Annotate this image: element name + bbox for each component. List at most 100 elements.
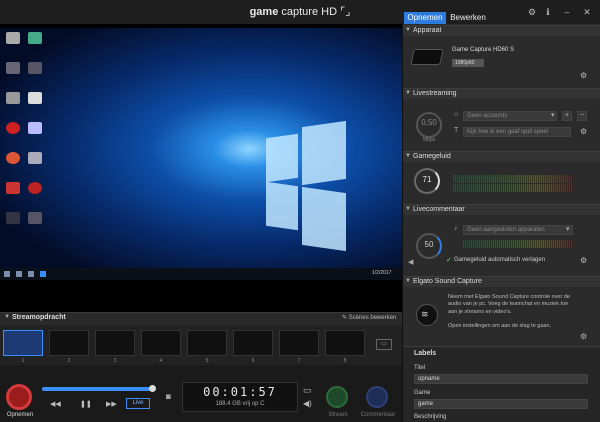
sound-capture-description: Neem met Elgato Sound Capture controle o… xyxy=(448,294,570,315)
forward-icon[interactable]: ▶▶ xyxy=(106,400,117,408)
commentary-button[interactable] xyxy=(366,386,388,408)
scene-thumbnail[interactable] xyxy=(187,330,227,356)
gamesound-level-meter xyxy=(453,184,573,192)
accounts-select[interactable]: Geen accounts xyxy=(463,111,557,121)
commentary-volume-value: 50 xyxy=(424,240,434,249)
capture-device-image xyxy=(410,49,444,65)
disk-space: 188.4 GB vrij op C xyxy=(215,401,265,407)
bitrate-unit: Mbps xyxy=(422,137,436,143)
add-account-button[interactable]: + xyxy=(562,111,572,121)
stream-button[interactable] xyxy=(326,386,348,408)
chevron-down-icon[interactable]: ▾ xyxy=(566,225,570,233)
scene-number: 4 xyxy=(159,358,163,364)
minimize-button[interactable]: – xyxy=(560,5,574,19)
info-icon[interactable]: ℹ xyxy=(541,5,555,19)
app-title: game capture HD ⌜⌟ xyxy=(210,5,390,18)
livestream-section-title: Livestreaming xyxy=(413,90,457,97)
captured-desktop-image xyxy=(0,28,402,280)
collapse-arrow-icon[interactable]: ▼ xyxy=(4,314,10,320)
settings-gear-icon[interactable]: ⚙ xyxy=(525,5,539,19)
title-field-label: Titel xyxy=(414,365,426,371)
tab-record[interactable]: Opnemen xyxy=(404,12,446,24)
gamesound-volume-value: 71 xyxy=(422,175,432,184)
stream-title-input[interactable]: Kijk hoe ik een gaaf spel speel xyxy=(463,127,571,137)
scene-layout-icon[interactable]: ▭ xyxy=(376,339,392,350)
timeline-progress xyxy=(42,387,152,391)
taskbar-app-icon xyxy=(28,271,34,277)
sound-capture-hint: Open instellingen om aan de slag te gaan… xyxy=(448,323,552,329)
title-field[interactable]: opname xyxy=(414,374,588,384)
taskbar-app-icon xyxy=(40,271,46,277)
scene-number: 5 xyxy=(205,358,209,364)
scene-number: 2 xyxy=(67,358,71,364)
collapse-arrow-icon[interactable]: ▼ xyxy=(405,206,411,212)
edit-scenes-button[interactable]: ✎ Scènes bewerken xyxy=(342,314,396,321)
bitrate-value: 0,50 xyxy=(421,118,437,127)
stream-label: Stream xyxy=(328,412,348,418)
edit-scenes-label: Scènes bewerken xyxy=(348,315,397,321)
scene-thumbnail[interactable] xyxy=(233,330,273,356)
scene-thumbnail[interactable] xyxy=(3,330,43,356)
monitor-icon[interactable]: ▭ xyxy=(303,385,312,396)
scene-number: 3 xyxy=(113,358,117,364)
speaker-icon[interactable]: ◀ xyxy=(408,258,413,266)
device-name: Game Capture HD60 S xyxy=(452,47,515,53)
collapse-arrow-icon[interactable]: ▼ xyxy=(405,153,411,159)
game-field-label: Game xyxy=(414,390,431,396)
capture-logo-icon: ⌜⌟ xyxy=(340,6,351,18)
device-section-title: Apparaat xyxy=(413,27,442,34)
pause-icon[interactable]: ❚❚ xyxy=(80,400,92,408)
recording-time: 00:01:57 xyxy=(203,385,277,399)
live-button[interactable]: Live xyxy=(126,398,150,409)
waveform-icon: ≋ xyxy=(421,309,429,319)
sound-capture-section-title: Elgato Sound Capture xyxy=(413,278,482,285)
resolution-badge[interactable]: 1080p60 xyxy=(452,59,484,67)
record-button[interactable] xyxy=(6,384,32,410)
volume-icon[interactable]: ◀) xyxy=(303,399,312,408)
scene-number: 7 xyxy=(297,358,301,364)
scene-thumbnail[interactable] xyxy=(325,330,365,356)
scene-thumbnail[interactable] xyxy=(49,330,89,356)
collapse-arrow-icon[interactable]: ▼ xyxy=(405,27,411,33)
app-title-bold: game xyxy=(249,6,279,18)
labels-title: Labels xyxy=(414,350,437,357)
title-text-icon: T xyxy=(454,127,459,134)
stream-assignment-title: Streamopdracht xyxy=(12,314,66,321)
commentary-settings-gear-icon[interactable]: ⚙ xyxy=(580,256,587,265)
livestream-settings-gear-icon[interactable]: ⚙ xyxy=(580,127,587,136)
timeline-handle[interactable] xyxy=(148,385,156,392)
taskbar-clock: 1/2/2017 xyxy=(372,270,392,276)
sound-capture-settings-gear-icon[interactable]: ⚙ xyxy=(580,332,587,341)
checkmark-icon[interactable]: ✓ xyxy=(446,256,452,264)
game-field[interactable]: game xyxy=(414,399,588,409)
taskbar-app-icon xyxy=(16,271,22,277)
screenshot-camera-icon[interactable]: ◙ xyxy=(166,392,171,401)
commentary-label: Commentaar xyxy=(360,412,396,418)
scene-thumbnail[interactable] xyxy=(95,330,135,356)
close-button[interactable]: ✕ xyxy=(580,5,594,19)
collapse-arrow-icon[interactable]: ▼ xyxy=(405,90,411,96)
description-field-label: Beschrijving xyxy=(414,414,447,420)
scene-number: 8 xyxy=(343,358,347,364)
remove-account-button[interactable]: − xyxy=(577,111,587,121)
record-label: Opnemen xyxy=(6,412,34,418)
commentary-level-meter xyxy=(463,240,573,248)
microphone-icon: ♪ xyxy=(454,225,458,232)
microphone-select[interactable]: Geen aangesloten apparaten xyxy=(463,225,573,235)
desktop-taskbar xyxy=(0,268,402,280)
account-icon: ⌂ xyxy=(454,111,459,118)
auto-duck-label[interactable]: Gamegeluid automatisch verlagen xyxy=(454,257,545,263)
chevron-down-icon[interactable]: ▾ xyxy=(551,111,555,119)
scene-thumbnail[interactable] xyxy=(279,330,319,356)
gamesound-level-meter xyxy=(453,175,573,183)
tab-edit[interactable]: Bewerken xyxy=(448,12,488,24)
device-settings-gear-icon[interactable]: ⚙ xyxy=(580,71,587,80)
labels-section xyxy=(403,346,600,422)
scene-thumbnail[interactable] xyxy=(141,330,181,356)
app-title-rest: capture HD xyxy=(281,6,338,18)
collapse-arrow-icon[interactable]: ▼ xyxy=(405,278,411,284)
commentary-section-title: Livecommentaar xyxy=(413,206,465,213)
start-icon xyxy=(4,271,10,277)
scene-number: 6 xyxy=(251,358,255,364)
rewind-icon[interactable]: ◀◀ xyxy=(50,400,61,408)
